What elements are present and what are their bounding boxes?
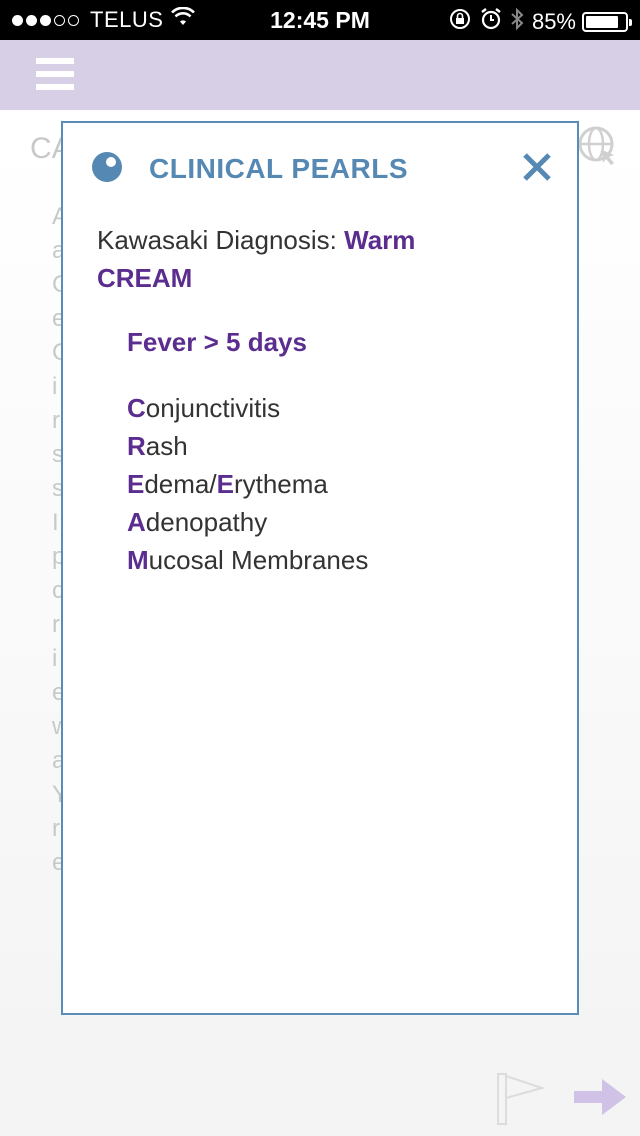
mnemonic-text: dema/ bbox=[144, 469, 217, 499]
mnemonic-text: denopathy bbox=[145, 507, 268, 537]
modal-title: CLINICAL PEARLS bbox=[149, 153, 408, 184]
mnemonic-item: Edema/Erythema bbox=[127, 465, 368, 503]
mnemonic-text: onjunctivitis bbox=[145, 393, 281, 423]
battery-icon bbox=[582, 12, 632, 32]
mnemonic-item: Adenopathy bbox=[127, 503, 368, 541]
hamburger-menu-icon[interactable] bbox=[36, 58, 74, 92]
mnemonic-word: CREAM bbox=[97, 263, 193, 293]
mnemonic-text: ucosal Membranes bbox=[148, 545, 369, 575]
app-header bbox=[0, 40, 640, 110]
mnemonic-letter: M bbox=[127, 545, 149, 575]
mnemonic-item: Conjunctivitis bbox=[127, 389, 368, 427]
intro-label: Kawasaki Diagnosis: bbox=[97, 225, 345, 255]
mnemonic-item: Mucosal Membranes bbox=[127, 541, 368, 579]
fever-criterion: Fever > 5 days bbox=[127, 327, 307, 357]
mnemonic-letter: C bbox=[127, 393, 146, 423]
mnemonic-letter: A bbox=[127, 507, 146, 537]
mnemonic-letter: E bbox=[216, 469, 234, 499]
mnemonic-text: ash bbox=[145, 431, 188, 461]
battery-percent: 85% bbox=[531, 9, 576, 34]
mnemonic-letter: E bbox=[127, 469, 145, 499]
mnemonic-lead: Warm bbox=[344, 225, 416, 255]
status-bar: TELUS 12:45 PM 85% bbox=[0, 0, 640, 40]
pearl-icon bbox=[91, 151, 123, 183]
mnemonic-item: Rash bbox=[127, 427, 368, 465]
mnemonic-list: Conjunctivitis Rash Edema/Erythema Adenopat… bbox=[127, 389, 368, 579]
close-icon[interactable] bbox=[521, 151, 553, 183]
rotation-lock-icon bbox=[448, 7, 472, 37]
status-right: 85% bbox=[448, 7, 632, 37]
intro-text: Kawasaki Diagnosis: Warm CREAM bbox=[97, 221, 537, 297]
mnemonic-letter: R bbox=[127, 431, 146, 461]
alarm-icon bbox=[480, 7, 502, 37]
mnemonic-text: rythema bbox=[233, 469, 328, 499]
clinical-pearls-modal: CLINICAL PEARLS Kawasaki Diagnosis: Warm… bbox=[61, 121, 579, 1015]
bluetooth-icon bbox=[510, 7, 524, 37]
